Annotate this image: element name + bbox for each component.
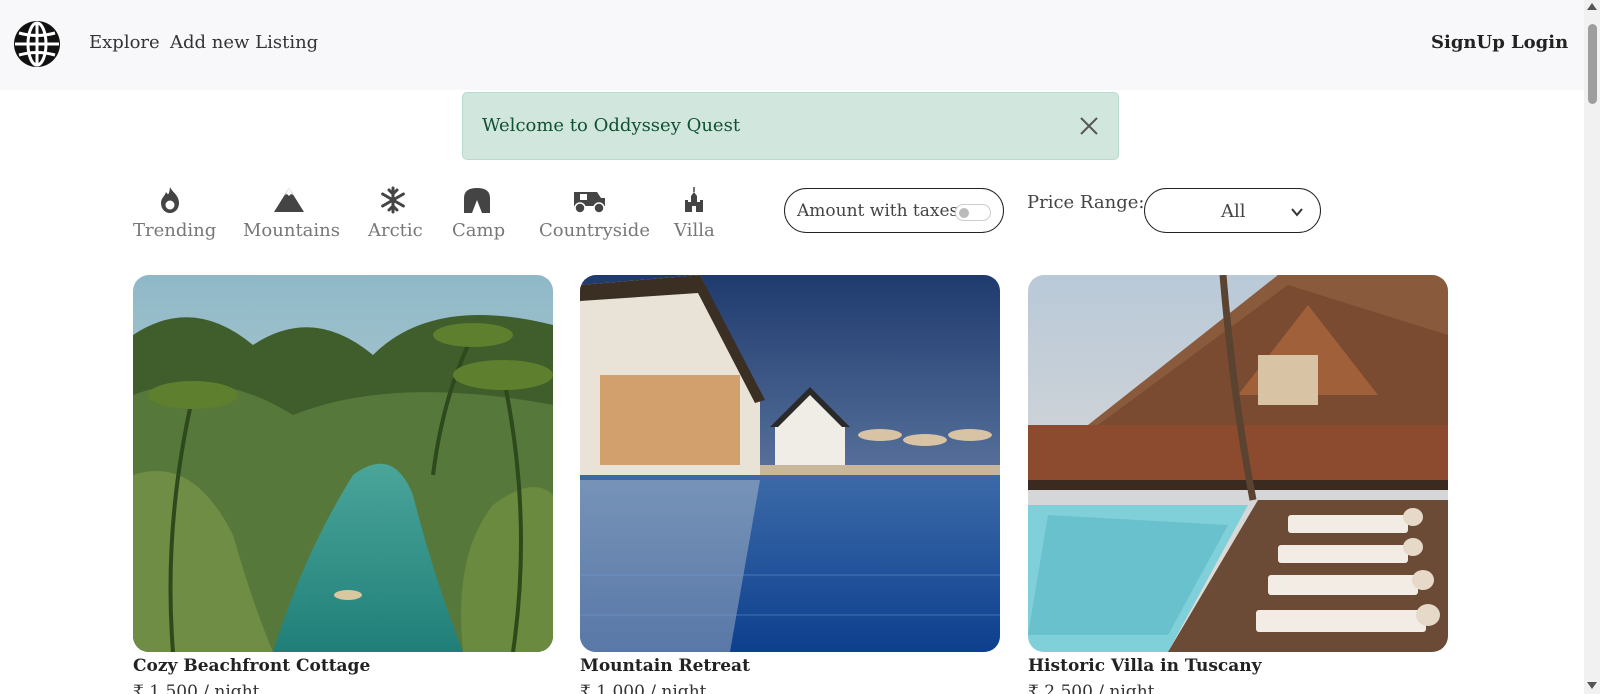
filter-label: Mountains bbox=[243, 220, 341, 241]
fire-icon bbox=[161, 187, 179, 213]
vertical-scrollbar[interactable] bbox=[1584, 0, 1600, 694]
listing-title: Historic Villa in Tuscany bbox=[1028, 656, 1262, 676]
filter-label: Trending bbox=[133, 220, 217, 241]
listing-image[interactable] bbox=[133, 275, 553, 652]
filter-label: Camp bbox=[452, 220, 506, 241]
price-range-selected: All bbox=[1221, 201, 1246, 222]
filter-trending[interactable]: Trending bbox=[133, 186, 216, 241]
listing-image[interactable] bbox=[1028, 275, 1448, 652]
nav-explore-link[interactable]: Explore bbox=[89, 32, 160, 53]
price-range-label: Price Range: bbox=[1027, 192, 1145, 213]
tractor-icon bbox=[574, 192, 605, 214]
close-icon[interactable] bbox=[1078, 115, 1100, 137]
filter-arctic[interactable]: Arctic bbox=[368, 186, 423, 241]
listing-price: ₹ 1,500 / night bbox=[133, 682, 260, 694]
snowflake-icon bbox=[381, 186, 405, 214]
switch-knob bbox=[959, 208, 969, 218]
welcome-alert: Welcome to Oddyssey Quest bbox=[462, 92, 1119, 160]
nav-signup-link[interactable]: SignUp bbox=[1431, 32, 1505, 53]
listing-card[interactable]: Mountain Retreat ₹ 1,000 / night bbox=[580, 275, 1000, 694]
filter-label: Villa bbox=[674, 220, 715, 241]
filter-countryside[interactable]: Countryside bbox=[539, 186, 650, 241]
chevron-down-icon bbox=[1291, 208, 1303, 217]
listing-image[interactable] bbox=[580, 275, 1000, 652]
filter-label: Countryside bbox=[539, 220, 650, 241]
listing-title: Mountain Retreat bbox=[580, 656, 750, 676]
listing-card[interactable]: Cozy Beachfront Cottage ₹ 1,500 / night bbox=[133, 275, 553, 694]
castle-icon bbox=[685, 187, 703, 212]
scroll-down-arrow-icon[interactable] bbox=[1587, 682, 1597, 689]
nav-add-listing-link[interactable]: Add new Listing bbox=[170, 32, 318, 53]
nav-login-link[interactable]: Login bbox=[1511, 32, 1568, 53]
scroll-up-arrow-icon[interactable] bbox=[1587, 3, 1597, 10]
listing-card[interactable]: Historic Villa in Tuscany ₹ 2,500 / nigh… bbox=[1028, 275, 1448, 694]
filter-camp[interactable]: Camp bbox=[452, 186, 506, 241]
globe-icon[interactable] bbox=[13, 20, 61, 68]
tent-icon bbox=[464, 188, 490, 213]
navbar: Explore Add new Listing SignUp Login bbox=[0, 0, 1584, 90]
scrollbar-thumb[interactable] bbox=[1588, 24, 1597, 104]
tax-toggle-label: Amount with taxes bbox=[797, 201, 959, 221]
mountain-icon bbox=[274, 188, 304, 212]
price-range-select[interactable]: All bbox=[1144, 188, 1321, 233]
filter-villa[interactable]: Villa bbox=[674, 186, 715, 241]
filter-label: Arctic bbox=[368, 220, 423, 241]
listing-price: ₹ 1,000 / night bbox=[580, 682, 707, 694]
filter-mountains[interactable]: Mountains bbox=[243, 186, 340, 241]
alert-message: Welcome to Oddyssey Quest bbox=[482, 115, 741, 136]
listing-title: Cozy Beachfront Cottage bbox=[133, 656, 371, 676]
tax-toggle[interactable]: Amount with taxes bbox=[784, 188, 1004, 233]
listing-price: ₹ 2,500 / night bbox=[1028, 682, 1155, 694]
tax-switch[interactable] bbox=[955, 204, 991, 221]
